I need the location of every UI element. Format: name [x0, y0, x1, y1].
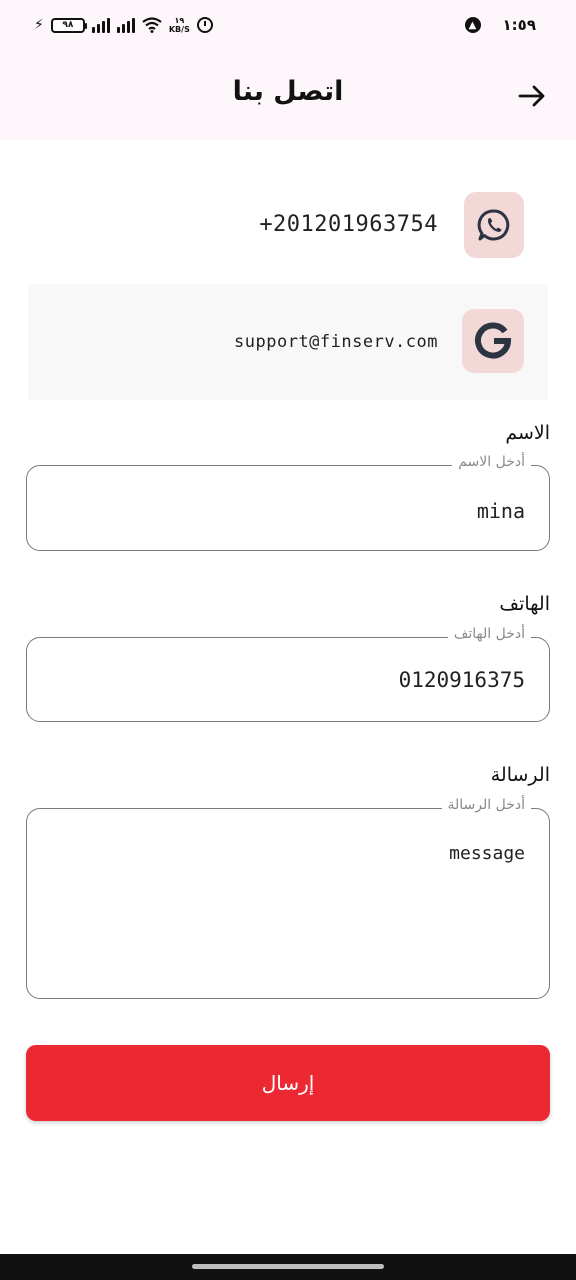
whatsapp-icon-box: [464, 192, 524, 258]
phone-label: الهاتف: [499, 593, 550, 615]
home-gesture-handle[interactable]: [192, 1264, 384, 1269]
phone-value: 0120916375: [398, 668, 525, 692]
status-icons-left: ⚡ ٩٨ ١٩ KB/S: [34, 14, 213, 36]
page-title: اتصل بنا: [232, 76, 344, 107]
status-bar: ⚡ ٩٨ ١٩ KB/S ▲ ١:٥٩: [0, 0, 576, 52]
signal-icon: [91, 17, 110, 33]
whatsapp-icon: [477, 209, 510, 241]
name-label: الاسم: [505, 422, 550, 444]
support-email[interactable]: support@finserv.com: [234, 332, 438, 352]
arrow-right-icon: [518, 85, 545, 107]
network-speed-value: ١٩: [174, 16, 185, 25]
name-placeholder: أدخل الاسم: [452, 454, 531, 470]
wifi-icon: [142, 17, 162, 33]
app-notification-icon: ▲: [464, 17, 481, 33]
alarm-icon: [196, 17, 213, 33]
network-speed: ١٩ KB/S: [169, 16, 190, 34]
google-icon: [475, 322, 512, 359]
whatsapp-contact-row[interactable]: +201201963754: [28, 168, 548, 284]
battery-level: ٩٨: [62, 20, 74, 30]
status-time: ١:٥٩: [502, 16, 536, 34]
battery-icon: ٩٨: [50, 17, 87, 33]
message-placeholder: أدخل الرسالة: [441, 797, 531, 813]
signal-icon-2: [116, 17, 135, 33]
charging-icon: ⚡: [34, 17, 44, 33]
submit-label: إرسال: [261, 1071, 315, 1095]
app-bar: اتصل بنا: [0, 52, 576, 140]
submit-button[interactable]: إرسال: [26, 1045, 550, 1121]
phone-input[interactable]: أدخل الهاتف 0120916375: [26, 626, 550, 722]
name-value: mina: [476, 499, 525, 523]
message-value: message: [449, 843, 525, 864]
system-nav-bar: [0, 1254, 576, 1280]
google-icon-box: [462, 309, 524, 373]
network-speed-unit: KB/S: [168, 25, 190, 34]
message-label: الرسالة: [490, 764, 550, 786]
phone-placeholder: أدخل الهاتف: [447, 626, 531, 642]
message-input[interactable]: أدخل الرسالة message: [26, 797, 550, 999]
back-button[interactable]: [514, 78, 550, 114]
email-contact-row[interactable]: support@finserv.com: [28, 284, 548, 400]
status-icons-right: ▲ ١:٥٩: [464, 14, 536, 36]
whatsapp-number[interactable]: +201201963754: [259, 212, 438, 237]
name-input[interactable]: أدخل الاسم mina: [26, 454, 550, 551]
